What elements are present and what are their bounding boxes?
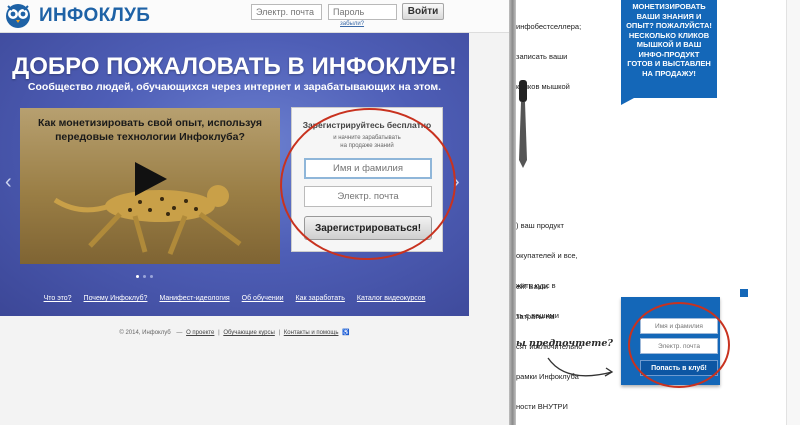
window-divider [509, 0, 516, 425]
login-button[interactable]: Войти [402, 3, 444, 20]
hero-banner: ДОБРО ПОЖАЛОВАТЬ В ИНФОКЛУБ! Сообщество … [0, 33, 469, 316]
promo-video[interactable]: Как монетизировать свой опыт, используя … [20, 108, 280, 264]
owl-logo-icon[interactable] [3, 1, 33, 29]
footer-about-link[interactable]: О проекте [186, 330, 214, 336]
login-password-input[interactable] [328, 4, 397, 20]
footer-separator: — [176, 330, 183, 336]
nav-link-how-to-earn[interactable]: Как заработать [296, 295, 345, 302]
registration-email-input[interactable] [304, 186, 432, 207]
banner-line: ОПЫТ? ПОЖАЛУЙСТА! [626, 21, 712, 30]
slider-next-arrow[interactable]: › [453, 171, 460, 194]
accessibility-icon[interactable]: ♿ [342, 330, 349, 336]
banner-line: ИНФО-ПРОДУКТ [638, 49, 700, 59]
copyright: © 2014, Инфоклуб [119, 330, 171, 336]
video-title-line: Как монетизировать свой опыт, используя [38, 117, 262, 129]
banner-line: НЕСКОЛЬКО КЛИКОВ [628, 30, 710, 40]
text-line: ей! Ваши [516, 282, 548, 291]
nav-link-learning[interactable]: Об обучении [242, 295, 284, 302]
hero-title: ДОБРО ПОЖАЛОВАТЬ В ИНФОКЛУБ! [12, 53, 457, 80]
login-email-input[interactable] [251, 4, 322, 20]
text-line: ности ВНУТРИ [516, 402, 568, 411]
pencil-icon [519, 80, 527, 168]
registration-title: Зарегистрируйтесь бесплатно [302, 120, 432, 130]
slider-dot[interactable] [136, 275, 139, 278]
slider-prev-arrow[interactable]: ‹ [5, 171, 12, 194]
forgot-password-link[interactable]: забыли? [340, 21, 364, 27]
text-line: окупателей и все, [516, 251, 578, 260]
hint-line: на продаже знаний [340, 143, 394, 149]
banner-tail [621, 98, 634, 105]
slider-dots [136, 265, 157, 283]
footer-courses-link[interactable]: Обучающие курсы [223, 330, 275, 336]
right-browser-window: инфобестселлера; записать ваши кликов мы… [516, 0, 800, 425]
slider-dot[interactable] [143, 275, 146, 278]
registration-hint: и начните зарабатывать на продаже знаний [292, 134, 442, 150]
text-line: записать ваши [516, 52, 568, 61]
hero-subtitle: Сообщество людей, обучающихся через инте… [27, 81, 442, 93]
registration-form: Зарегистрируйтесь бесплатно и начните за… [291, 107, 443, 252]
curved-arrow-icon [547, 357, 614, 377]
nav-link-what-is-it[interactable]: Что это? [44, 295, 72, 302]
banner-line: МЫШКОЙ И ВАШ [636, 40, 702, 49]
nav-link-video-catalog[interactable]: Каталог видеокурсов [357, 295, 426, 302]
banner-line: ВАШИ ЗНАНИЯ И [636, 11, 702, 21]
site-footer: © 2014, Инфоклуб — О проекте | Обучающие… [119, 330, 350, 336]
text-line: ) ваш продукт [516, 221, 564, 230]
nav-link-why-infoclub[interactable]: Почему Инфоклуб? [84, 295, 148, 302]
site-header: ИНФОКЛУБ забыли? Войти [0, 0, 509, 33]
nav-link-manifesto[interactable]: Манифест-идеология [159, 295, 229, 302]
handwritten-question: ы предпочтете? [516, 338, 613, 349]
banner-text: МОНЕТИЗИРОВАТЬ ВАШИ ЗНАНИЯ И ОПЫТ? ПОЖАЛ… [621, 2, 717, 78]
left-browser-window: ИНФОКЛУБ забыли? Войти ДОБРО ПОЖАЛОВАТЬ … [0, 0, 509, 425]
hint-line: и начните зарабатывать [333, 135, 401, 141]
promo-banner: МОНЕТИЗИРОВАТЬ ВАШИ ЗНАНИЯ И ОПЫТ? ПОЖАЛ… [621, 0, 717, 98]
club-name-input[interactable] [640, 318, 718, 334]
banner-line: ГОТОВ И ВЫСТАВЛЕН [627, 59, 711, 68]
text-line: инфобестселлера; [516, 22, 582, 31]
banner-line: НА ПРОДАЖУ! [642, 68, 696, 78]
footer-contacts-link[interactable]: Контакты и помощь [284, 330, 339, 336]
main-nav: Что это? Почему Инфоклуб? Манифест-идеол… [0, 295, 469, 302]
slider-dot[interactable] [150, 275, 153, 278]
register-button[interactable]: Зарегистрироваться! [304, 216, 432, 240]
video-title-line: передовые технологии Инфоклуба? [55, 131, 245, 143]
logo-text[interactable]: ИНФОКЛУБ [39, 5, 150, 27]
scrollbar[interactable] [786, 0, 800, 425]
banner-line: МОНЕТИЗИРОВАТЬ [632, 2, 706, 11]
club-signup-form: Попасть в клуб! [621, 297, 720, 385]
club-box-tab [740, 289, 748, 297]
join-club-button[interactable]: Попасть в клуб! [640, 360, 718, 376]
video-title: Как монетизировать свой опыт, используя … [20, 116, 280, 144]
club-email-input[interactable] [640, 338, 718, 354]
text-line: затраты на [516, 312, 555, 321]
play-icon[interactable] [133, 160, 169, 198]
registration-name-input[interactable] [304, 158, 432, 179]
